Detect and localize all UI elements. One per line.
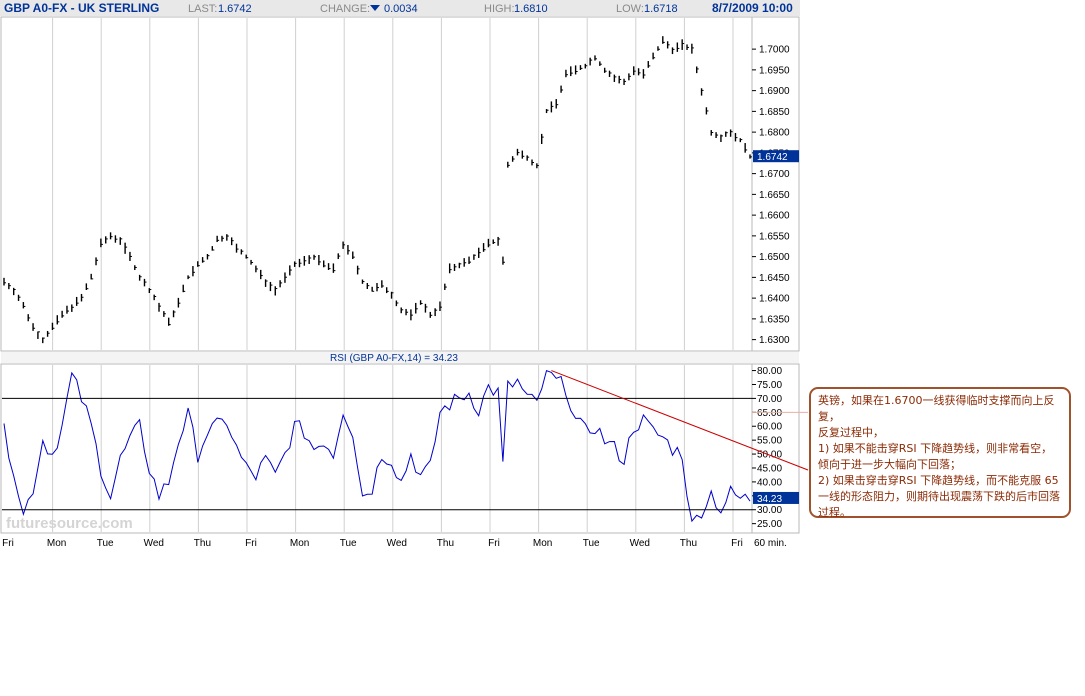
last-label: LAST: xyxy=(188,3,217,15)
price-tick-label: 1.6300 xyxy=(759,335,790,346)
header-bar: GBP A0-FX - UK STERLING LAST: 1.6742 CHA… xyxy=(0,0,800,16)
price-grid xyxy=(52,18,734,350)
rsi-tick-label: 30.00 xyxy=(757,505,782,516)
chart-canvas: GBP A0-FX - UK STERLING LAST: 1.6742 CHA… xyxy=(0,0,809,549)
rsi-last-flag-label: 34.23 xyxy=(757,494,782,505)
rsi-tick-label: 40.00 xyxy=(757,477,782,488)
x-tick-label: Tue xyxy=(340,538,357,549)
price-panel-frame xyxy=(0,16,800,352)
rsi-tick-label: 55.00 xyxy=(757,436,782,447)
price-tick-label: 1.6800 xyxy=(759,128,790,139)
high-value: 1.6810 xyxy=(514,3,548,15)
annotation-line-1: 英镑，如果在1.6700一线获得临时支撑而向上反复， xyxy=(818,394,1055,423)
change-label: CHANGE: xyxy=(320,3,370,15)
x-tick-label: Fri xyxy=(2,538,14,549)
rsi-tick-label: 45.00 xyxy=(757,463,782,474)
price-tick-label: 1.7000 xyxy=(759,45,790,56)
rsi-tick-label: 65.00 xyxy=(757,408,782,419)
annotation-line-2: 反复过程中， xyxy=(818,426,884,439)
rsi-tick-label: 75.00 xyxy=(757,380,782,391)
price-tick-label: 1.6650 xyxy=(759,190,790,201)
x-tick-label: Mon xyxy=(47,538,66,549)
change-value: 0.0034 xyxy=(384,3,418,15)
symbol-title: GBP A0-FX - UK STERLING xyxy=(4,1,159,15)
rsi-axis-ticks: 80.0075.0070.0065.0060.0055.0050.0045.00… xyxy=(752,366,782,530)
last-value: 1.6742 xyxy=(218,3,252,15)
x-tick-label: Mon xyxy=(290,538,309,549)
price-tick-label: 1.6500 xyxy=(759,252,790,263)
x-tick-label: Wed xyxy=(630,538,650,549)
price-series xyxy=(3,36,752,344)
price-tick-label: 1.6700 xyxy=(759,169,790,180)
x-tick-label: Fri xyxy=(488,538,500,549)
price-tick-label: 1.6450 xyxy=(759,273,790,284)
x-tick-label: Tue xyxy=(583,538,600,549)
rsi-line xyxy=(3,369,751,523)
x-tick-label: Wed xyxy=(387,538,407,549)
rsi-reference-lines xyxy=(2,397,752,511)
price-tick-label: 1.6550 xyxy=(759,231,790,242)
annotation-line-4: 2) 如果击穿击穿RSI 下降趋势线，而不能克服 65 一线的形态阻力，则期待出… xyxy=(818,474,1060,519)
x-tick-label: Fri xyxy=(245,538,257,549)
x-tick-label: Thu xyxy=(194,538,211,549)
price-tick-label: 1.6350 xyxy=(759,314,790,325)
price-axis-ticks: 1.70001.69501.69001.68501.68001.67501.67… xyxy=(752,45,790,346)
annotation-line-3: 1) 如果不能击穿RSI 下降趋势线，则非常看空，倾向于进一步大幅向下回落； xyxy=(818,442,1053,471)
x-tick-label: Wed xyxy=(144,538,164,549)
x-tick-label: Tue xyxy=(97,538,114,549)
price-tick-label: 1.6900 xyxy=(759,86,790,97)
x-tick-label: Mon xyxy=(533,538,552,549)
annotation-box: 英镑，如果在1.6700一线获得临时支撑而向上反复， 反复过程中， 1) 如果不… xyxy=(809,387,1071,519)
price-tick-label: 1.6600 xyxy=(759,211,790,222)
rsi-series xyxy=(3,369,751,523)
rsi-title: RSI (GBP A0-FX,14) = 34.23 xyxy=(330,353,458,364)
low-label: LOW: xyxy=(616,3,644,15)
x-tick-label: Thu xyxy=(680,538,697,549)
low-value: 1.6718 xyxy=(644,3,678,15)
x-interval-label: 60 min. xyxy=(754,538,787,549)
high-label: HIGH: xyxy=(484,3,515,15)
price-tick-label: 1.6400 xyxy=(759,294,790,305)
rsi-grid xyxy=(52,365,734,532)
price-last-flag-label: 1.6742 xyxy=(757,152,788,163)
header-datetime: 8/7/2009 10:00 xyxy=(712,1,793,15)
rsi-tick-label: 25.00 xyxy=(757,519,782,530)
rsi-panel-frame xyxy=(0,363,800,534)
watermark: futuresource.com xyxy=(6,515,133,532)
rsi-tick-label: 60.00 xyxy=(757,422,782,433)
price-tick-label: 1.6950 xyxy=(759,65,790,76)
price-tick-label: 1.6850 xyxy=(759,107,790,118)
rsi-tick-label: 80.00 xyxy=(757,366,782,377)
x-tick-label: Fri xyxy=(731,538,743,549)
x-tick-label: Thu xyxy=(437,538,454,549)
x-axis-labels: Fri Mon Tue Wed Thu Fri Mon Tue Wed Thu Fri Mon Tue W… xyxy=(2,538,787,549)
rsi-tick-label: 70.00 xyxy=(757,394,782,405)
